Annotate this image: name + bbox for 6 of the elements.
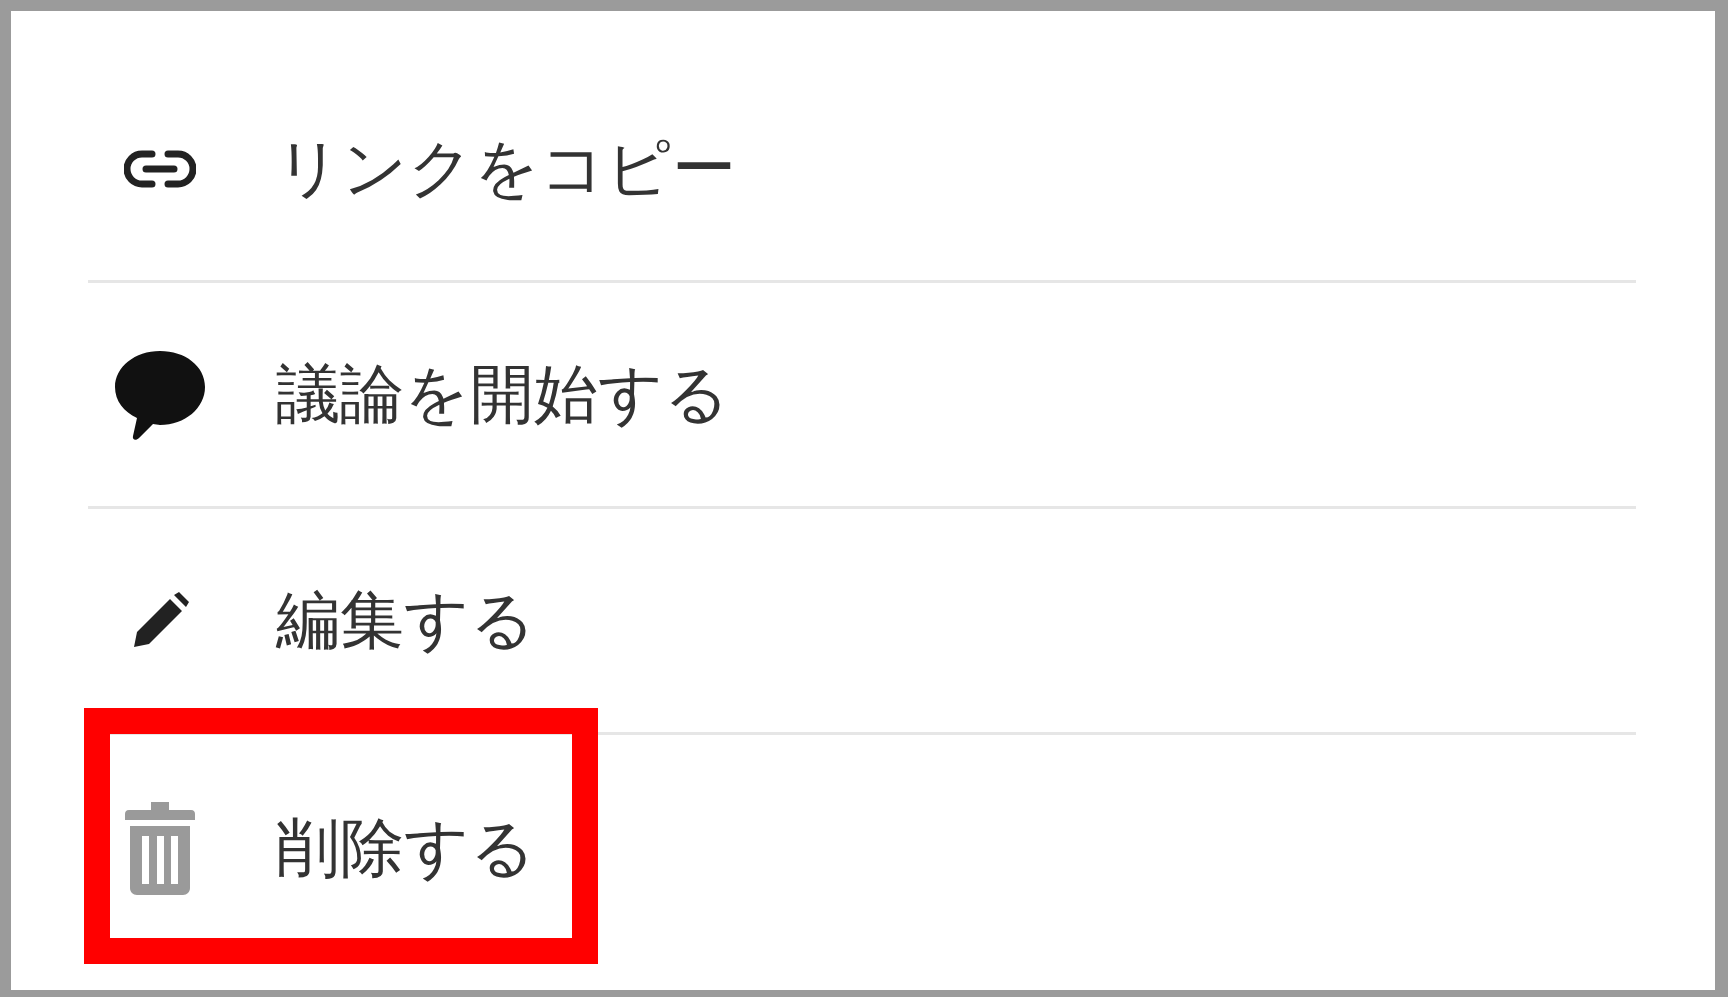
speech-bubble-icon [113,348,207,441]
trash-icon [125,800,195,896]
menu-item[interactable]: 議論を開始する [276,351,730,438]
menu-item[interactable]: リンクをコピー [276,125,736,212]
menu-item[interactable]: 編集する [276,577,536,664]
menu-item[interactable]: 削除する [276,804,536,892]
